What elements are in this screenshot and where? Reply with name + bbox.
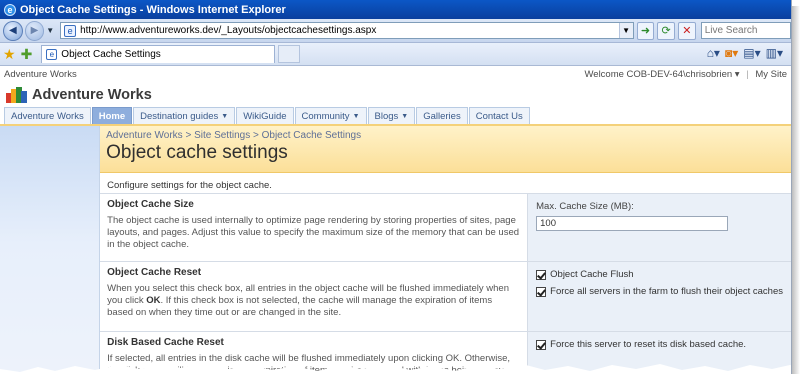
cache-size-section: Object Cache Size The object cache is us… xyxy=(100,194,791,262)
flush-all-servers-checkbox[interactable]: Force all servers in the farm to flush t… xyxy=(536,286,783,297)
welcome-menu[interactable]: Welcome COB-DEV-64\chrisobrien xyxy=(584,69,732,80)
nav-tab-adventure-works[interactable]: Adventure Works xyxy=(4,107,91,124)
checkbox-checked-icon[interactable] xyxy=(536,339,547,350)
chevron-down-icon: ▼ xyxy=(221,112,229,120)
address-url: http://www.adventureworks.dev/_Layouts/o… xyxy=(80,25,377,36)
nav-tab-wikiguide[interactable]: WikiGuide xyxy=(236,107,294,124)
address-toolbar: ◀ ▶ ▼ e http://www.adventureworks.dev/_L… xyxy=(0,19,791,43)
separator: | xyxy=(746,69,749,80)
nav-tab-destination-guides[interactable]: Destination guides ▼ xyxy=(133,107,236,124)
top-navigation: Adventure Works Home Destination guides ▼… xyxy=(0,107,791,124)
nav-tab-galleries[interactable]: Galleries xyxy=(416,107,468,124)
title-bar: e Object Cache Settings - Windows Intern… xyxy=(0,0,791,19)
checkbox-label: Force all servers in the farm to flush t… xyxy=(550,286,783,297)
tab-row: ★ ✚ e Object Cache Settings ⌂▾ ◙▾ ▤▾ ▥▾ xyxy=(0,43,791,66)
nav-tab-label: Home xyxy=(98,110,126,122)
section-title: Object Cache Size xyxy=(107,199,194,210)
window-title: Object Cache Settings - Windows Internet… xyxy=(20,3,286,16)
nav-tab-blogs[interactable]: Blogs ▼ xyxy=(367,107,416,124)
object-cache-flush-checkbox[interactable]: Object Cache Flush xyxy=(536,269,783,280)
address-bar[interactable]: e http://www.adventureworks.dev/_Layouts… xyxy=(60,22,634,39)
breadcrumb-separator: > xyxy=(185,130,192,141)
checkbox-label: Object Cache Flush xyxy=(550,269,634,280)
nav-tab-label: WikiGuide xyxy=(243,110,287,122)
checkbox-checked-icon[interactable] xyxy=(536,269,547,280)
section-info: Object Cache Size The object cache is us… xyxy=(100,194,527,261)
go-icon[interactable]: ➜ xyxy=(636,21,655,40)
browser-window: e Object Cache Settings - Windows Intern… xyxy=(0,0,792,374)
welcome-dropdown-icon[interactable]: ▾ xyxy=(735,69,740,80)
ie-logo-icon: e xyxy=(4,3,16,16)
description-text: . If this check box is not selected, the… xyxy=(107,295,493,318)
sharepoint-global-bar: Adventure Works Welcome COB-DEV-64\chris… xyxy=(0,66,791,83)
cache-reset-section: Object Cache Reset When you select this … xyxy=(100,262,791,332)
breadcrumb-item[interactable]: Adventure Works xyxy=(106,130,183,141)
site-header: Adventure Works xyxy=(0,83,791,107)
my-site-link[interactable]: My Site xyxy=(755,69,787,80)
window-shadow xyxy=(792,6,800,374)
new-tab-button[interactable] xyxy=(278,45,301,63)
nav-tab-community[interactable]: Community ▼ xyxy=(294,107,367,124)
chevron-down-icon: ▼ xyxy=(352,112,360,120)
page-title: Object cache settings xyxy=(106,142,288,163)
stop-icon[interactable]: ✕ xyxy=(678,21,696,40)
nav-tab-label: Galleries xyxy=(423,110,461,122)
section-title: Disk Based Cache Reset xyxy=(107,337,224,348)
section-controls: Object Cache Flush Force all servers in … xyxy=(527,262,791,331)
user-area: Welcome COB-DEV-64\chrisobrien ▾ | My Si… xyxy=(584,69,787,80)
nav-tab-label: Destination guides xyxy=(140,110,219,122)
search-input[interactable]: Live Search xyxy=(700,22,791,39)
page-header: Adventure Works > Site Settings > Object… xyxy=(100,126,791,173)
max-cache-size-input[interactable]: 100 xyxy=(536,216,729,231)
forward-button[interactable]: ▶ xyxy=(24,20,45,41)
browser-tab[interactable]: e Object Cache Settings xyxy=(41,45,276,63)
address-dropdown-icon[interactable]: ▼ xyxy=(618,23,633,38)
checkbox-label: Force this server to reset its disk base… xyxy=(550,339,747,350)
nav-tab-label: Community xyxy=(301,110,350,122)
section-controls: Max. Cache Size (MB): 100 xyxy=(527,194,791,261)
history-dropdown-icon[interactable]: ▼ xyxy=(46,26,56,36)
breadcrumb: Adventure Works > Site Settings > Object… xyxy=(106,130,785,141)
feeds-icon[interactable]: ◙▾ xyxy=(725,46,738,60)
site-title: Adventure Works xyxy=(32,87,152,103)
checkbox-checked-icon[interactable] xyxy=(536,286,547,297)
section-info: Object Cache Reset When you select this … xyxy=(100,262,527,331)
tab-page-icon: e xyxy=(46,49,58,60)
main-content: Adventure Works > Site Settings > Object… xyxy=(100,126,791,374)
breadcrumb-separator: > xyxy=(253,130,259,141)
command-bar: ⌂▾ ◙▾ ▤▾ ▥▾ xyxy=(707,46,783,60)
breadcrumb-item: Object Cache Settings xyxy=(261,130,362,141)
home-icon[interactable]: ⌂▾ xyxy=(707,46,720,60)
torn-edge xyxy=(0,363,791,374)
sharepoint-logo-icon xyxy=(6,87,27,103)
page-body: Adventure Works > Site Settings > Object… xyxy=(0,126,791,374)
breadcrumb-item[interactable]: Site Settings xyxy=(194,130,250,141)
nav-tab-label: Blogs xyxy=(374,110,399,122)
max-cache-size-label: Max. Cache Size (MB): xyxy=(536,201,634,212)
page-icon: e xyxy=(64,24,77,37)
back-button[interactable]: ◀ xyxy=(3,20,23,41)
nav-tab-contact-us[interactable]: Contact Us xyxy=(468,107,530,124)
section-description: The object cache is used internally to o… xyxy=(107,215,520,250)
description-ok-text: OK xyxy=(146,295,161,306)
add-favorites-icon[interactable]: ✚ xyxy=(21,46,33,63)
top-site-link[interactable]: Adventure Works xyxy=(4,69,77,80)
print-icon[interactable]: ▤▾ xyxy=(743,46,760,60)
section-description: When you select this check box, all entr… xyxy=(107,283,520,319)
nav-tab-home[interactable]: Home xyxy=(91,107,133,124)
section-title: Object Cache Reset xyxy=(107,267,202,278)
tab-title: Object Cache Settings xyxy=(61,49,161,60)
favorites-star-icon[interactable]: ★ xyxy=(3,46,16,63)
reset-disk-cache-checkbox[interactable]: Force this server to reset its disk base… xyxy=(536,339,783,350)
page-menu-icon[interactable]: ▥▾ xyxy=(766,46,783,60)
nav-tab-label: Adventure Works xyxy=(11,110,84,122)
refresh-icon[interactable]: ⟳ xyxy=(657,21,675,40)
page-description: Configure settings for the object cache. xyxy=(100,173,791,194)
chevron-down-icon: ▼ xyxy=(401,112,409,120)
nav-tab-label: Contact Us xyxy=(475,110,523,122)
left-navigation xyxy=(0,126,101,374)
